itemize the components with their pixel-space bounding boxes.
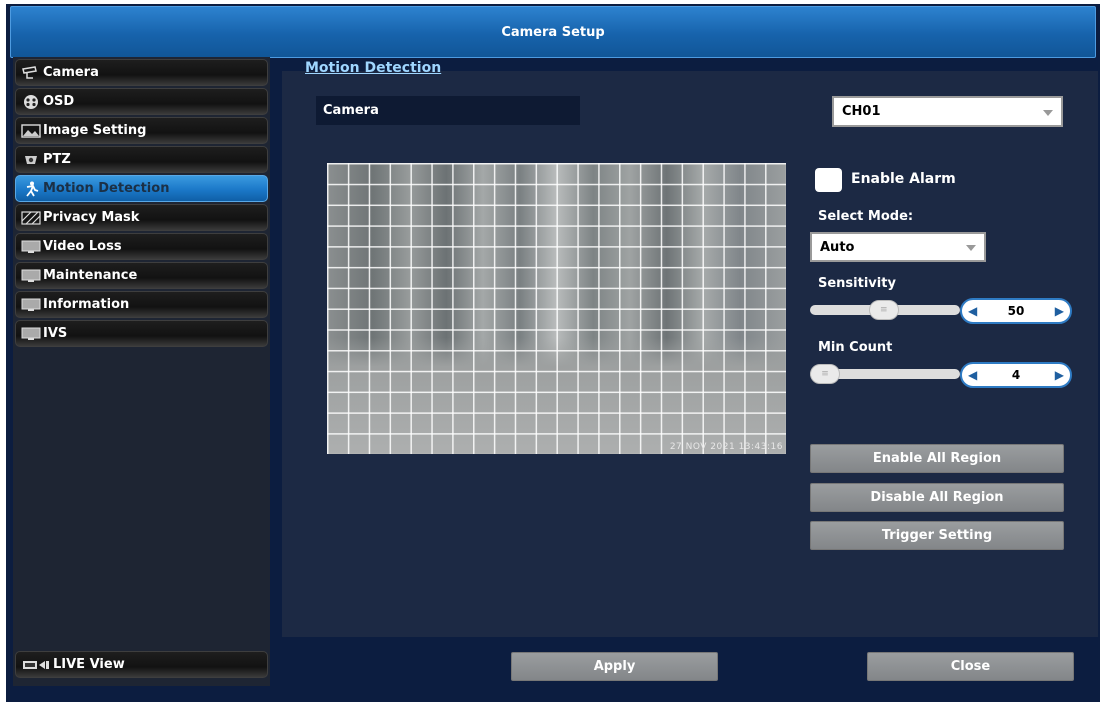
camera-label: Camera [316, 96, 580, 125]
motion-grid-video[interactable]: 27 NOV 2021 13:43:16 [327, 163, 786, 454]
enable-alarm-checkbox[interactable] [815, 168, 842, 192]
monitor-icon [21, 297, 41, 312]
sidebar-item-camera[interactable]: Camera [15, 59, 268, 86]
sidebar: Camera OSD Image Setting PTZ Motion Dete… [13, 57, 270, 686]
min-count-label: Min Count [818, 340, 893, 355]
monitor-icon [21, 239, 41, 254]
sidebar-item-motion-detection[interactable]: Motion Detection [15, 175, 268, 202]
live-view-label: LIVE View [53, 657, 125, 672]
channel-select[interactable]: CH01 [832, 96, 1063, 127]
trigger-setting-button[interactable]: Trigger Setting [810, 521, 1064, 550]
sensitivity-stepper: ◀ 50 ▶ [960, 298, 1072, 324]
sidebar-item-label: Camera [43, 65, 99, 80]
increment-arrow-icon[interactable]: ▶ [1055, 368, 1064, 382]
monitor-icon [21, 326, 41, 341]
mask-icon [21, 210, 41, 225]
disable-all-region-button[interactable]: Disable All Region [810, 483, 1064, 512]
ptz-icon [21, 152, 41, 167]
section-title-motion-detection[interactable]: Motion Detection [305, 60, 441, 76]
video-osd-timestamp: 27 NOV 2021 13:43:16 [669, 442, 783, 452]
sidebar-item-osd[interactable]: OSD [15, 88, 268, 115]
sidebar-item-maintenance[interactable]: Maintenance [15, 262, 268, 289]
sidebar-item-ptz[interactable]: PTZ [15, 146, 268, 173]
monitor-icon [21, 268, 41, 283]
channel-value: CH01 [842, 104, 881, 119]
motion-region-grid[interactable] [327, 163, 786, 454]
sensitivity-slider-handle[interactable]: ≡ [868, 300, 899, 320]
sidebar-item-label: Video Loss [43, 239, 122, 254]
live-view-icon [21, 657, 51, 672]
sidebar-item-label: OSD [43, 94, 75, 109]
sidebar-item-label: Maintenance [43, 268, 138, 283]
sidebar-item-label: Privacy Mask [43, 210, 140, 225]
mode-value: Auto [820, 239, 855, 255]
min-count-value: 4 [1011, 368, 1021, 382]
image-icon [21, 123, 41, 138]
chevron-down-icon [1043, 109, 1053, 116]
chevron-down-icon [966, 245, 976, 251]
sidebar-item-label: PTZ [43, 152, 71, 167]
sidebar-item-privacy-mask[interactable]: Privacy Mask [15, 204, 268, 231]
apply-button[interactable]: Apply [511, 652, 718, 681]
sidebar-item-video-loss[interactable]: Video Loss [15, 233, 268, 260]
min-count-slider-handle[interactable]: ≡ [810, 364, 840, 384]
select-mode-label: Select Mode: [818, 209, 914, 224]
sidebar-item-image-setting[interactable]: Image Setting [15, 117, 268, 144]
sidebar-item-label: Image Setting [43, 123, 147, 138]
sidebar-item-label: Information [43, 297, 130, 312]
mode-select[interactable]: Auto [810, 232, 986, 262]
sidebar-item-label: Motion Detection [43, 181, 170, 196]
sensitivity-label: Sensitivity [818, 276, 896, 291]
sidebar-item-label: IVS [43, 326, 68, 341]
motion-icon [21, 181, 41, 197]
enable-all-region-button[interactable]: Enable All Region [810, 444, 1064, 473]
min-count-stepper: ◀ 4 ▶ [960, 362, 1072, 388]
increment-arrow-icon[interactable]: ▶ [1055, 304, 1064, 318]
sensitivity-value: 50 [1007, 304, 1025, 318]
sidebar-item-information[interactable]: Information [15, 291, 268, 318]
sidebar-item-ivs[interactable]: IVS [15, 320, 268, 347]
osd-icon [21, 94, 41, 109]
enable-alarm-label: Enable Alarm [851, 171, 956, 187]
live-view-button[interactable]: LIVE View [15, 651, 268, 678]
close-button[interactable]: Close [867, 652, 1074, 681]
decrement-arrow-icon[interactable]: ◀ [968, 304, 977, 318]
window-title: Camera Setup [10, 6, 1096, 58]
decrement-arrow-icon[interactable]: ◀ [968, 368, 977, 382]
camera-icon [21, 65, 41, 80]
